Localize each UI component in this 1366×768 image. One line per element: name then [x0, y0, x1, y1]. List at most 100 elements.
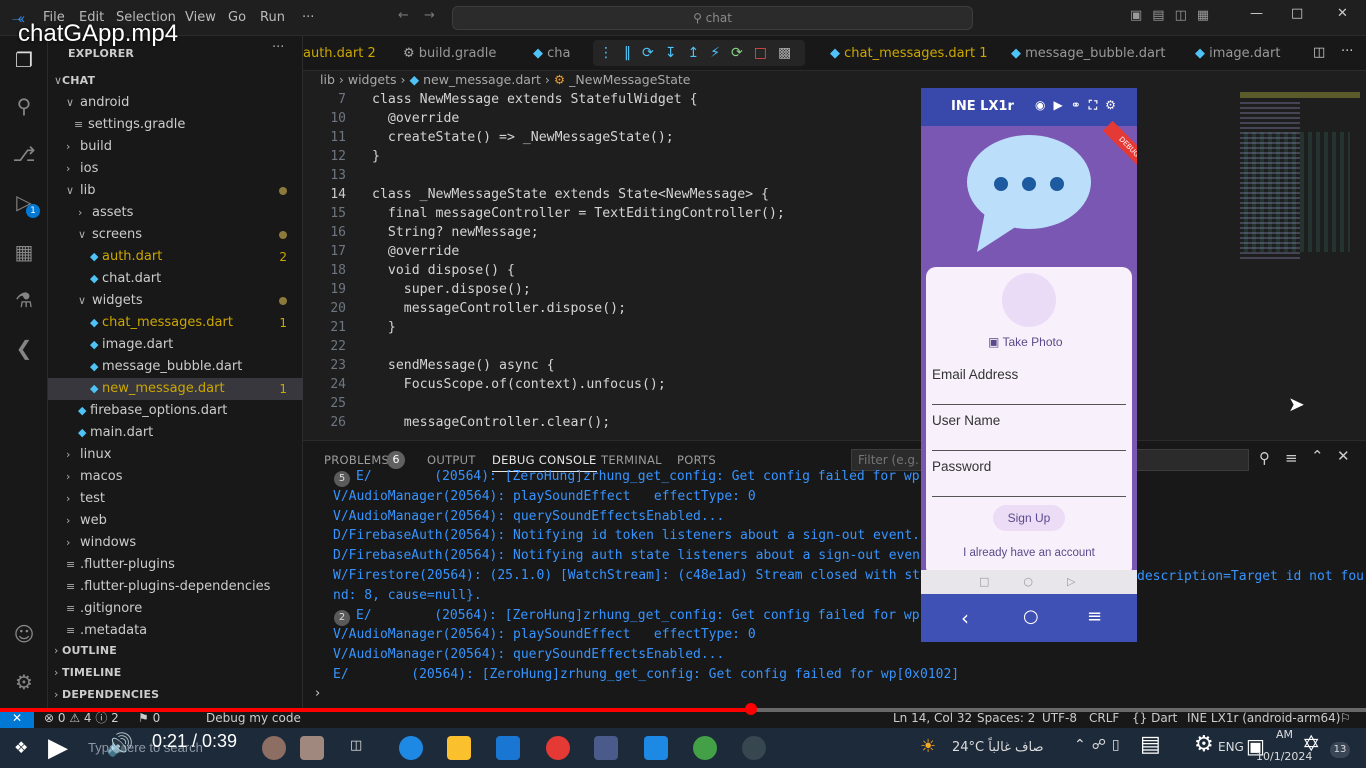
- video-progress-handle[interactable]: [745, 703, 757, 715]
- code-line[interactable]: final messageController = TextEditingCon…: [372, 206, 785, 221]
- tab-chat[interactable]: ◆ cha: [533, 36, 571, 71]
- tab-output[interactable]: OUTPUT: [427, 453, 476, 467]
- source-control-icon[interactable]: ⎇: [12, 142, 36, 166]
- chrome-icon[interactable]: [546, 736, 570, 760]
- take-photo-button[interactable]: ▣ Take Photo: [988, 335, 1063, 349]
- console-prompt-icon[interactable]: ›: [315, 686, 320, 701]
- notification-count[interactable]: 13: [1330, 742, 1350, 758]
- tab-message-bubble[interactable]: ◆ message_bubble.dart: [1011, 36, 1165, 71]
- tab-chat-messages[interactable]: ◆ chat_messages.dart 1: [830, 36, 988, 71]
- tab-auth[interactable]: auth.dart 2: [303, 36, 376, 71]
- minimap[interactable]: [1240, 92, 1360, 262]
- task-view-icon[interactable]: ◫: [350, 738, 362, 753]
- tree-item[interactable]: › macos: [48, 466, 303, 488]
- mail-icon[interactable]: [496, 736, 520, 760]
- code-line[interactable]: }: [372, 149, 380, 164]
- tree-item[interactable]: ≡ .metadata: [48, 620, 303, 642]
- editor-more-icon[interactable]: ···: [1341, 44, 1353, 59]
- chrome-profile-icon[interactable]: [693, 736, 717, 760]
- obs-icon[interactable]: [742, 736, 766, 760]
- app-icon-widget[interactable]: [300, 736, 324, 760]
- breadcrumb-symbol[interactable]: _NewMessageState: [569, 72, 690, 87]
- search-icon[interactable]: ⚲: [12, 94, 36, 118]
- nav-home-icon[interactable]: ○: [1023, 606, 1039, 627]
- tab-problems[interactable]: PROBLEMS: [324, 453, 389, 467]
- tree-item[interactable]: › build: [48, 136, 303, 158]
- edge-icon[interactable]: [399, 736, 423, 760]
- explorer-icon[interactable]: ❐: [12, 48, 36, 72]
- tab-ports[interactable]: PORTS: [677, 453, 716, 467]
- tree-item[interactable]: ≡ .gitignore: [48, 598, 303, 620]
- maximize-panel-icon[interactable]: ⌃: [1311, 447, 1324, 465]
- close-icon[interactable]: ✕: [1337, 6, 1348, 21]
- menu-view[interactable]: View: [185, 10, 216, 25]
- tree-item[interactable]: ◆ message_bubble.dart: [48, 356, 303, 378]
- dependencies-section[interactable]: › DEPENDENCIES: [48, 684, 303, 706]
- testing-icon[interactable]: ⚗: [12, 288, 36, 312]
- code-line[interactable]: String? newMessage;: [372, 225, 539, 240]
- vscode-taskbar-icon[interactable]: [644, 736, 668, 760]
- layout-icons[interactable]: ▣▤◫▦: [1130, 8, 1219, 23]
- minimize-icon[interactable]: —: [1250, 6, 1263, 21]
- tray-icons[interactable]: ⌃☍▯: [1074, 737, 1126, 753]
- tree-item[interactable]: ∨ android: [48, 92, 303, 114]
- nav-back-icon[interactable]: ‹: [961, 606, 969, 630]
- tree-item[interactable]: ◆ new_message.dart 1: [48, 378, 303, 400]
- explorer-root[interactable]: ∨CHAT: [48, 70, 303, 92]
- phone-emulator[interactable]: INE LX1r ◉▶⚭⛶⚙ DEBUG ▣ Take Photo Email …: [921, 88, 1137, 642]
- split-editor-icon[interactable]: ◫: [1313, 45, 1325, 60]
- tree-item[interactable]: › assets: [48, 202, 303, 224]
- breadcrumb-file[interactable]: new_message.dart: [423, 72, 541, 87]
- username-field[interactable]: User Name: [932, 405, 1126, 451]
- store-icon[interactable]: [594, 736, 618, 760]
- command-center[interactable]: ⚲ chat: [452, 6, 973, 30]
- extensions-icon[interactable]: ▦: [12, 240, 36, 264]
- code-line[interactable]: }: [372, 320, 396, 335]
- tree-item[interactable]: › windows: [48, 532, 303, 554]
- tab-build-gradle[interactable]: ⚙ build.gradle: [403, 36, 496, 71]
- tree-item[interactable]: ∨ widgets: [48, 290, 303, 312]
- account-icon[interactable]: ☺: [12, 622, 36, 646]
- tree-item[interactable]: ≡ settings.gradle: [48, 114, 303, 136]
- signup-button[interactable]: Sign Up: [993, 505, 1065, 531]
- flutter-icon[interactable]: ❮: [12, 336, 36, 360]
- code-line[interactable]: messageController.dispose();: [372, 301, 626, 316]
- tree-item[interactable]: ◆ image.dart: [48, 334, 303, 356]
- code-line[interactable]: @override: [372, 244, 459, 259]
- tree-item[interactable]: ≡ .flutter-plugins: [48, 554, 303, 576]
- nav-menu-icon[interactable]: ≡: [1087, 606, 1102, 627]
- manage-gear-icon[interactable]: ⚙: [12, 670, 36, 694]
- app-icon-game[interactable]: [262, 736, 286, 760]
- timeline-section[interactable]: › TIMELINE: [48, 662, 303, 684]
- windows-start-icon[interactable]: ❖: [14, 738, 28, 757]
- menu-go[interactable]: Go: [228, 10, 246, 25]
- back-icon[interactable]: ←: [398, 8, 409, 23]
- tree-item[interactable]: ≡ .flutter-plugins-dependencies: [48, 576, 303, 598]
- tree-item[interactable]: ∨ lib: [48, 180, 303, 202]
- menu-run[interactable]: Run: [260, 10, 285, 25]
- have-account-link[interactable]: I already have an account: [926, 547, 1132, 559]
- tree-item[interactable]: › web: [48, 510, 303, 532]
- code-line[interactable]: void dispose() {: [372, 263, 515, 278]
- file-explorer-icon[interactable]: [447, 736, 471, 760]
- outline-section[interactable]: › OUTLINE: [48, 640, 303, 662]
- tree-item[interactable]: ◆ chat.dart: [48, 268, 303, 290]
- tree-item[interactable]: ◆ auth.dart 2: [48, 246, 303, 268]
- tab-image[interactable]: ◆ image.dart: [1195, 36, 1280, 71]
- fullscreen-icon[interactable]: ✡: [1302, 732, 1320, 757]
- breadcrumb-lib[interactable]: lib: [320, 72, 335, 87]
- email-field[interactable]: Email Address: [932, 359, 1126, 405]
- play-icon[interactable]: ▶: [48, 732, 68, 763]
- code-line[interactable]: super.dispose();: [372, 282, 531, 297]
- tree-item[interactable]: › ios: [48, 158, 303, 180]
- code-line[interactable]: @override: [372, 111, 459, 126]
- maximize-icon[interactable]: □: [1291, 6, 1303, 21]
- tree-item[interactable]: ◆ main.dart: [48, 422, 303, 444]
- password-field[interactable]: Password: [932, 451, 1126, 497]
- code-line[interactable]: class _NewMessageState extends State<New…: [372, 187, 769, 202]
- tree-item[interactable]: ◆ chat_messages.dart 1: [48, 312, 303, 334]
- word-wrap-icon[interactable]: ≡: [1285, 449, 1298, 467]
- tree-item[interactable]: › linux: [48, 444, 303, 466]
- settings-icon[interactable]: ⚙: [1194, 732, 1214, 757]
- language-indicator[interactable]: ENG: [1218, 740, 1244, 754]
